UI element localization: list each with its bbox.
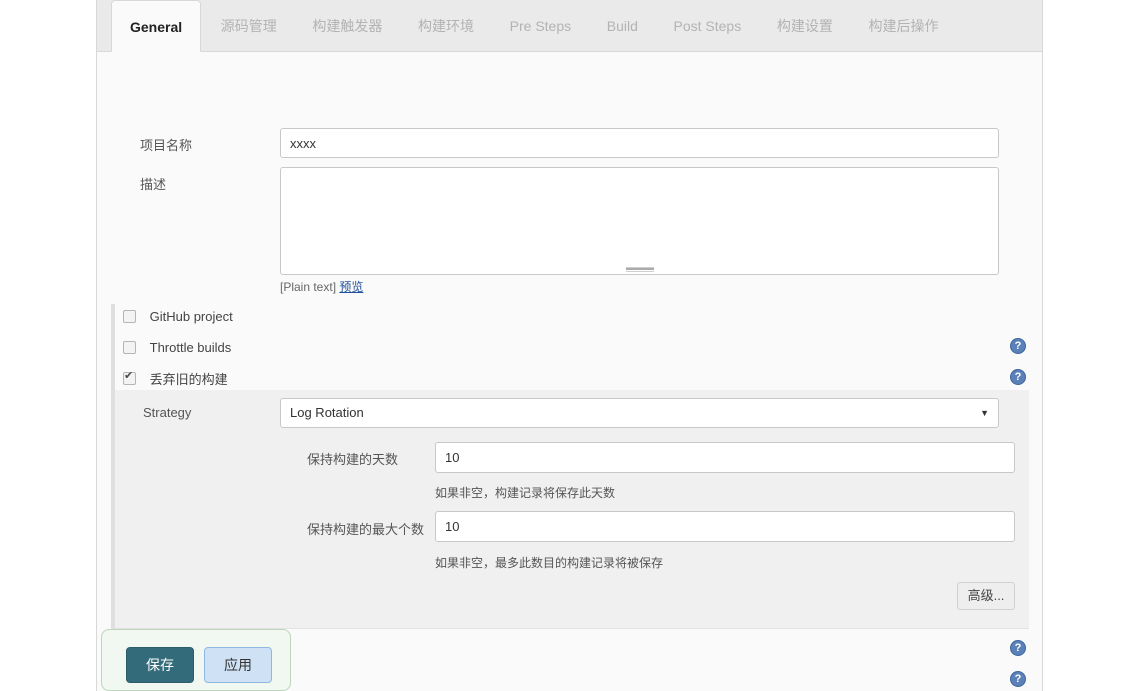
chevron-down-icon: ▼ [980, 399, 989, 427]
apply-button[interactable]: 应用 [204, 647, 272, 683]
days-to-keep-label: 保持构建的天数 [307, 449, 398, 468]
strategy-advanced-button[interactable]: 高级... [957, 582, 1015, 610]
checkbox-row-discard-old-builds[interactable]: 丢弃旧的构建 [123, 369, 228, 388]
github-project-checkbox[interactable] [123, 310, 136, 323]
tab-scm[interactable]: 源码管理 [205, 0, 293, 52]
checkbox-row-github-project[interactable]: GitHub project [123, 308, 233, 324]
days-to-keep-help-text: 如果非空，构建记录将保存此天数 [435, 484, 615, 501]
discard-old-builds-label: 丢弃旧的构建 [150, 369, 228, 388]
github-project-label: GitHub project [150, 309, 233, 324]
section-rail-upper [111, 304, 115, 390]
job-config-panel: General 源码管理 构建触发器 构建环境 Pre Steps Build … [96, 0, 1043, 691]
max-builds-to-keep-input[interactable] [435, 511, 1015, 542]
throttle-builds-label: Throttle builds [150, 340, 232, 355]
description-textarea[interactable] [280, 167, 999, 275]
description-label: 描述 [140, 174, 166, 193]
project-name-input[interactable] [280, 128, 999, 158]
disable-build-help-icon[interactable]: ? [1010, 671, 1026, 687]
floating-save-bar: 保存 应用 [101, 629, 291, 691]
throttle-builds-checkbox[interactable] [123, 341, 136, 354]
days-to-keep-input[interactable] [435, 442, 1015, 473]
strategy-label: Strategy [143, 405, 191, 420]
textarea-resize-grip[interactable] [626, 267, 654, 270]
discard-old-builds-checkbox[interactable] [123, 372, 136, 385]
max-builds-to-keep-label: 保持构建的最大个数 [307, 519, 424, 538]
tab-build[interactable]: Build [591, 0, 654, 52]
tab-post-steps[interactable]: Post Steps [658, 0, 758, 52]
save-button[interactable]: 保存 [126, 647, 194, 683]
description-markup-note: [Plain text] 预览 [280, 278, 363, 295]
tab-build-settings[interactable]: 构建设置 [761, 0, 849, 52]
strategy-select[interactable]: Log Rotation ▼ [280, 398, 999, 428]
tab-post-build-actions[interactable]: 构建后操作 [852, 0, 954, 52]
plain-text-label: [Plain text] [280, 280, 336, 294]
checkbox-row-throttle-builds[interactable]: Throttle builds [123, 339, 231, 355]
parameterized-build-help-icon[interactable]: ? [1010, 640, 1026, 656]
max-builds-to-keep-help-text: 如果非空，最多此数目的构建记录将被保存 [435, 554, 663, 571]
strategy-selected-value: Log Rotation [290, 405, 364, 420]
project-name-label: 项目名称 [140, 135, 192, 154]
tab-build-triggers[interactable]: 构建触发器 [296, 0, 398, 52]
config-form: 项目名称 描述 [Plain text] 预览 GitHub project T… [97, 52, 1042, 62]
throttle-builds-help-icon[interactable]: ? [1010, 338, 1026, 354]
tab-general[interactable]: General [111, 0, 201, 52]
preview-link[interactable]: 预览 [339, 280, 363, 294]
discard-old-builds-help-icon[interactable]: ? [1010, 369, 1026, 385]
tab-build-environment[interactable]: 构建环境 [402, 0, 490, 52]
tab-pre-steps[interactable]: Pre Steps [494, 0, 587, 52]
config-tab-bar: General 源码管理 构建触发器 构建环境 Pre Steps Build … [97, 0, 1042, 52]
